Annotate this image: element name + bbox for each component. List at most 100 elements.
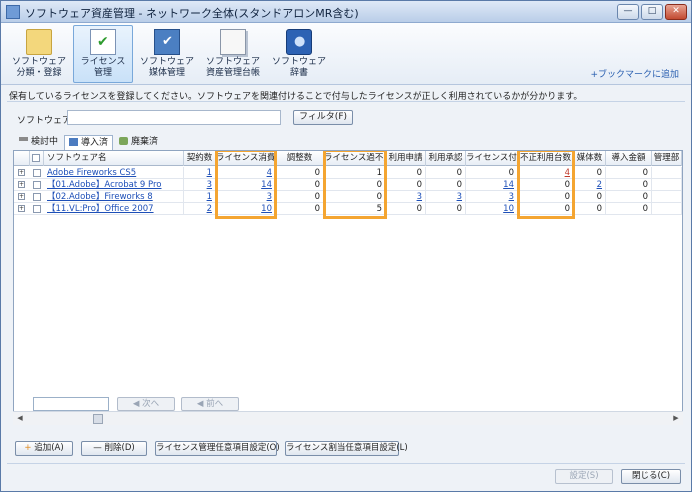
next-page-button[interactable]: ◀ 次へ	[117, 397, 175, 411]
row-checkbox[interactable]	[33, 169, 41, 177]
software-name-link[interactable]: Adobe Fireworks CS5	[44, 167, 184, 179]
grid-cell[interactable]: 10	[216, 203, 276, 215]
column-header[interactable]: ライセンス付与	[466, 151, 518, 166]
next-label: 次へ	[142, 399, 160, 409]
tab-disposed[interactable]: 廃棄済	[115, 135, 162, 151]
ribbon: ソフトウェア 分類・登録 ライセンス 管理 ソフトウェア 媒体管理 ソフトウェア…	[1, 23, 691, 85]
grid-cell[interactable]: 3	[216, 191, 276, 203]
grid-cell[interactable]: 2	[574, 179, 606, 191]
grid-cell: 0	[386, 167, 426, 179]
expand-row-icon[interactable]: +	[18, 205, 25, 212]
trash-icon	[119, 137, 128, 145]
grid-cell[interactable]: 3	[466, 191, 518, 203]
apply-button[interactable]: 設定(S)	[555, 469, 613, 484]
table-row[interactable]: + 【02.Adobe】Fireworks 81300333000	[14, 191, 682, 203]
ribbon-asset-ledger-button[interactable]: ソフトウェア 資産管理台帳	[201, 25, 265, 83]
tab-label: 廃棄済	[131, 137, 159, 147]
expand-row-icon[interactable]: +	[18, 193, 25, 200]
grid-cell: 0	[606, 167, 652, 179]
table-row[interactable]: + 【01.Adobe】Acrobat 9 Pro 3 14 0 0 0 0 14 0 2 0	[14, 179, 682, 191]
add-button[interactable]: + 追加(A)	[15, 441, 73, 456]
assign-settings-button[interactable]: ライセンス割当任意項目設定(L)	[285, 441, 408, 456]
grid-cell[interactable]: 2	[184, 203, 216, 215]
add-bookmark-link[interactable]: +ブックマークに追加	[590, 67, 679, 80]
scroll-left-icon[interactable]: ◀	[14, 413, 26, 424]
maximize-button[interactable]: □	[641, 4, 663, 20]
expand-row-icon[interactable]: +	[18, 169, 25, 176]
software-name-link[interactable]: 【02.Adobe】Fireworks 8	[44, 191, 184, 203]
row-checkbox[interactable]	[33, 193, 41, 201]
media-check-icon	[154, 29, 180, 55]
ribbon-dictionary-button[interactable]: ソフトウェア 辞書	[269, 25, 329, 83]
column-header[interactable]: 契約数	[184, 151, 216, 166]
ribbon-software-classify-button[interactable]: ソフトウェア 分類・登録	[9, 25, 69, 83]
horizontal-scrollbar[interactable]: ◀ ▶	[13, 411, 683, 425]
grid-cell: 0	[276, 203, 324, 215]
add-label: 追加(A)	[34, 443, 64, 453]
grid-cell: 0	[426, 167, 466, 179]
column-header[interactable]: 導入金額	[606, 151, 652, 166]
grid-cell[interactable]: 4	[216, 167, 276, 179]
ribbon-label: ソフトウェア	[11, 57, 66, 67]
ribbon-media-management-button[interactable]: ソフトウェア 媒体管理	[137, 25, 197, 83]
column-header[interactable]: 媒体数	[574, 151, 606, 166]
grid-cell: 0	[466, 167, 518, 179]
grid-cell: 0	[574, 203, 606, 215]
scroll-thumb[interactable]	[93, 414, 103, 424]
grid-cell[interactable]: 3	[184, 179, 216, 191]
pager-input[interactable]	[33, 397, 109, 411]
column-header[interactable]: 管理部	[652, 151, 682, 166]
grid-cell[interactable]: 1	[184, 191, 216, 203]
ribbon-license-management-button[interactable]: ライセンス 管理	[73, 25, 133, 83]
column-header[interactable]: ライセンス過不足	[324, 151, 386, 166]
ribbon-label: 分類・登録	[16, 68, 62, 78]
row-checkbox[interactable]	[33, 205, 41, 213]
minus-icon: —	[93, 443, 105, 453]
prev-icon: ◀	[196, 399, 207, 409]
main-window: ソフトウェア資産管理 - ネットワーク全体(スタンドアロンMR含む) — □ ✕…	[0, 0, 692, 492]
header-expander-cell	[14, 151, 30, 166]
software-name-link[interactable]: 【11.VL:Pro】Office 2007	[44, 203, 184, 215]
expand-row-icon[interactable]: +	[18, 181, 25, 188]
column-header[interactable]: ソフトウェア名	[44, 151, 184, 166]
close-button[interactable]: 閉じる(C)	[621, 469, 681, 484]
column-header[interactable]: 不正利用台数	[518, 151, 574, 166]
grid-cell: 0	[276, 179, 324, 191]
minimize-button[interactable]: —	[617, 4, 639, 20]
prev-page-button[interactable]: ◀ 前へ	[181, 397, 239, 411]
column-header[interactable]: 調整数	[276, 151, 324, 166]
software-name-input[interactable]	[67, 110, 281, 125]
folder-icon	[26, 29, 52, 55]
scroll-right-icon[interactable]: ▶	[670, 413, 682, 424]
grid-cell[interactable]: 3	[386, 191, 426, 203]
table-row[interactable]: + Adobe Fireworks CS5 1 4 0 1 0 0 0 4 0 0	[14, 167, 682, 179]
grid-cell[interactable]: 4	[518, 167, 574, 179]
grid-cell[interactable]: 14	[466, 179, 518, 191]
column-header[interactable]: 利用承認	[426, 151, 466, 166]
grid-cell	[652, 179, 682, 191]
grid-cell[interactable]: 1	[184, 167, 216, 179]
grid-cell: 0	[386, 203, 426, 215]
grid-cell: 0	[518, 203, 574, 215]
grid-cell: 0	[606, 191, 652, 203]
table-row[interactable]: + 【11.VL:Pro】Office 2007 2 10 0 5 0 0 10 0 0 0	[14, 203, 682, 215]
grid-cell: 0	[574, 167, 606, 179]
ledger-icon	[220, 29, 246, 55]
dictionary-icon	[286, 29, 312, 55]
grid-cell[interactable]: 10	[466, 203, 518, 215]
select-all-checkbox[interactable]	[32, 154, 40, 162]
row-checkbox[interactable]	[33, 181, 41, 189]
column-header[interactable]: 利用申請	[386, 151, 426, 166]
delete-button[interactable]: — 削除(D)	[81, 441, 147, 456]
grid-cell[interactable]: 3	[426, 191, 466, 203]
license-settings-button[interactable]: ライセンス管理任意項目設定(O)	[155, 441, 280, 456]
tab-installed[interactable]: 導入済	[64, 135, 114, 151]
grid-cell[interactable]: 14	[216, 179, 276, 191]
column-header[interactable]: ライセンス消費数	[216, 151, 276, 166]
ribbon-label: 管理	[93, 68, 112, 78]
filter-button[interactable]: フィルタ(F)	[293, 110, 353, 125]
grid-cell	[652, 203, 682, 215]
software-name-link[interactable]: 【01.Adobe】Acrobat 9 Pro	[44, 179, 184, 191]
close-window-button[interactable]: ✕	[665, 4, 687, 20]
tab-under-review[interactable]: 検討中	[15, 135, 62, 151]
